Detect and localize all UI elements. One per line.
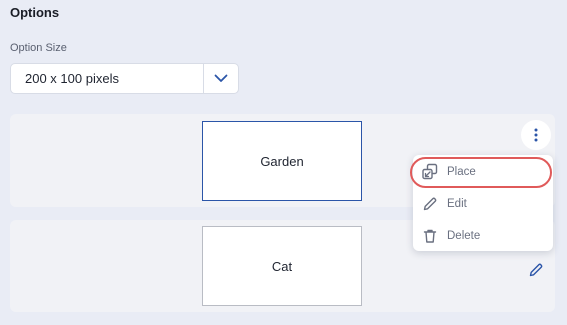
option-size-label: Option Size	[10, 42, 67, 54]
option-context-menu: Place Edit Delete	[410, 155, 553, 252]
menu-item-delete[interactable]: Delete	[413, 220, 553, 252]
edit-option-button[interactable]	[526, 260, 546, 280]
option-label-cat: Cat	[271, 258, 293, 274]
chevron-down-icon[interactable]	[204, 63, 238, 94]
menu-item-place-label: Place	[447, 166, 476, 178]
place-icon	[415, 163, 445, 181]
pencil-icon	[415, 196, 445, 212]
option-size-select[interactable]: 200 x 100 pixels	[10, 63, 239, 94]
pencil-icon	[529, 263, 543, 277]
menu-item-place[interactable]: Place	[410, 156, 553, 188]
option-card-garden[interactable]: Garden	[202, 121, 362, 201]
more-options-button[interactable]	[521, 120, 551, 150]
section-title: Options	[10, 5, 60, 20]
option-size-value: 200 x 100 pixels	[25, 71, 119, 86]
trash-icon	[415, 228, 445, 244]
option-label-garden: Garden	[260, 153, 304, 169]
menu-item-edit[interactable]: Edit	[413, 188, 553, 220]
menu-item-delete-label: Delete	[447, 230, 481, 242]
kebab-icon	[534, 128, 538, 142]
option-card-cat[interactable]: Cat	[202, 226, 362, 306]
menu-item-edit-label: Edit	[447, 198, 467, 210]
